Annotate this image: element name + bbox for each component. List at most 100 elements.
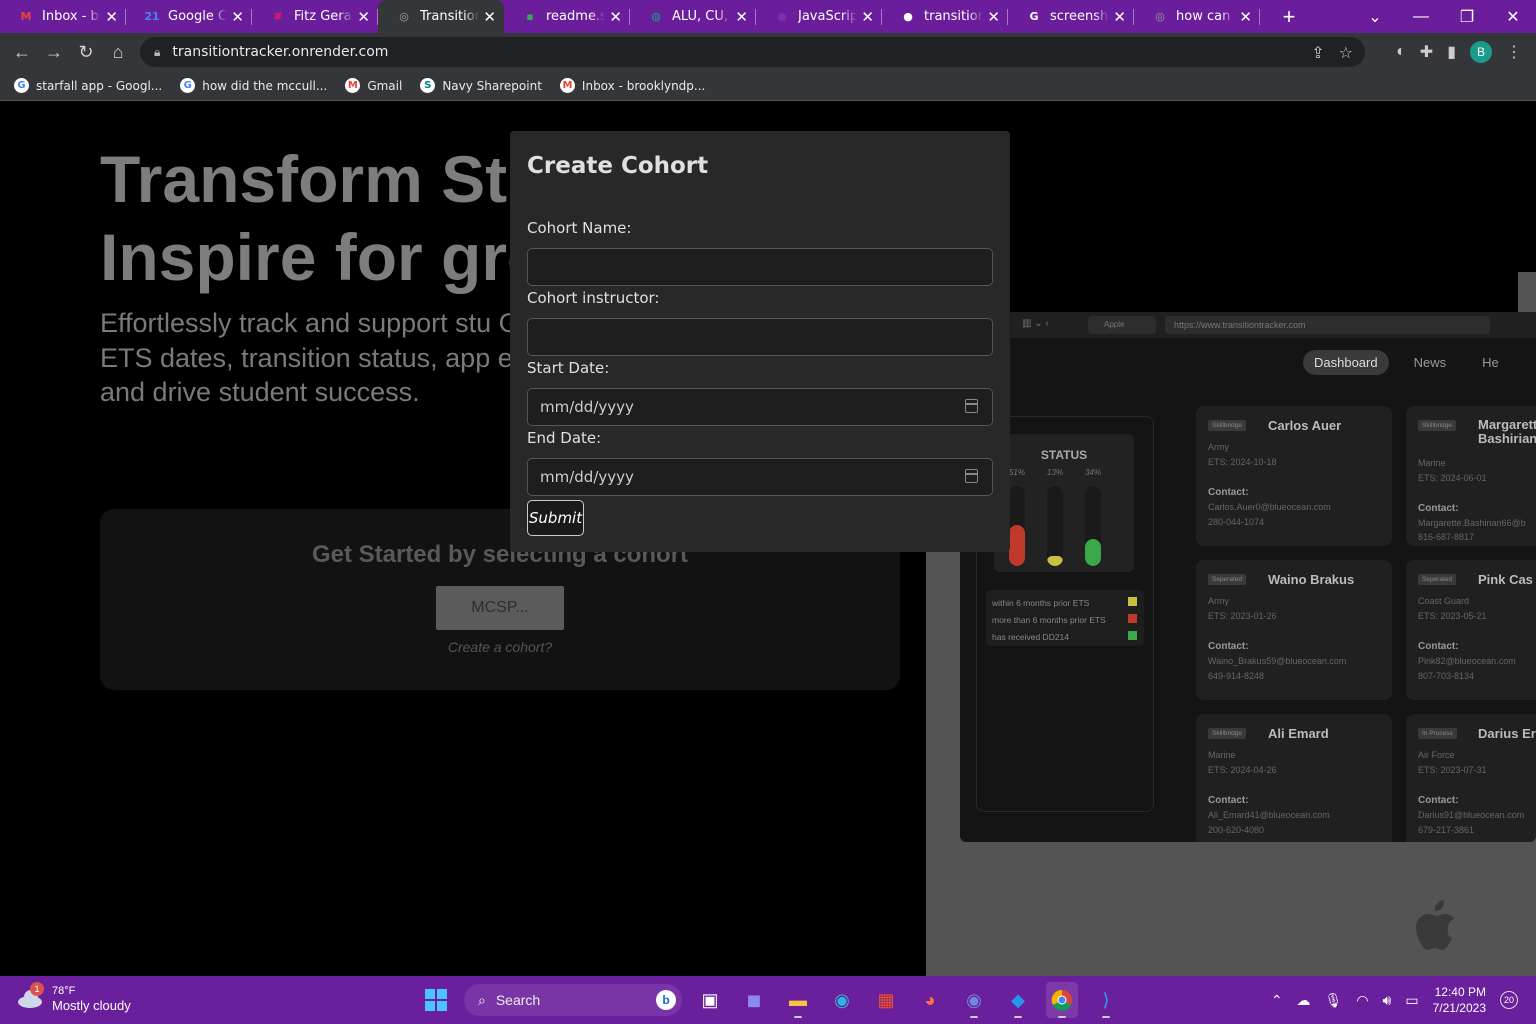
- minimize-icon[interactable]: —: [1398, 8, 1444, 26]
- browser-tab[interactable]: 21 Google Cale✕: [126, 0, 252, 33]
- calendar-icon[interactable]: [965, 469, 978, 483]
- cohort-select-button[interactable]: MCSP...: [436, 586, 564, 630]
- browser-tab[interactable]: # Fitz Gerald ✕: [252, 0, 378, 33]
- extension-icon[interactable]: ◐: [1396, 43, 1406, 61]
- docker-icon[interactable]: ◆: [1002, 982, 1034, 1018]
- teams-chat-icon[interactable]: ◼: [738, 982, 770, 1018]
- start-date-input[interactable]: mm/dd/yyyy: [527, 388, 993, 426]
- tab-close-icon[interactable]: ✕: [861, 8, 874, 26]
- tab-list: MInbox - bro✕21Google Cale✕#Fitz Gerald✕…: [0, 0, 1260, 33]
- legend-swatch: [1128, 614, 1137, 623]
- tab-search-chevron-icon[interactable]: ⌄: [1352, 7, 1398, 27]
- bookmark-item[interactable]: M Inbox - brooklyndp...: [559, 78, 705, 93]
- restore-icon[interactable]: ❐: [1444, 7, 1490, 27]
- microphone-icon[interactable]: 🎙︎: [1325, 992, 1343, 1009]
- gmail-icon: M: [559, 78, 575, 93]
- task-view-icon[interactable]: ▣: [694, 982, 726, 1018]
- notification-badge[interactable]: 20: [1500, 991, 1518, 1009]
- bookmark-item[interactable]: Gstarfall app - Googl...: [14, 78, 162, 93]
- browser-tab[interactable]: Gscreenshot ✕: [1008, 0, 1134, 33]
- student-card: Seperated Waino Brakus Army ETS: 2023-01-26…: [1196, 560, 1392, 700]
- status-title: STATUS: [1040, 448, 1088, 462]
- reload-icon[interactable]: ↻: [70, 42, 102, 63]
- showcase-nav: Dashboard News He: [1303, 350, 1510, 375]
- clock[interactable]: 12:40 PM 7/21/2023: [1433, 984, 1486, 1016]
- bookmark-label: starfall app - Googl...: [36, 78, 163, 93]
- cohort-instructor-input[interactable]: [527, 318, 993, 356]
- browser-tab[interactable]: ● JavaScript &✕: [756, 0, 882, 33]
- forward-arrow-icon[interactable]: →: [38, 42, 70, 63]
- tab-close-icon[interactable]: ✕: [987, 8, 1000, 26]
- tab-close-icon[interactable]: ✕: [1113, 8, 1126, 26]
- wifi-icon[interactable]: ◠: [1356, 992, 1368, 1009]
- contact-label: Contact:: [1418, 641, 1459, 652]
- file-explorer-icon[interactable]: ▬: [782, 982, 814, 1018]
- end-date-input[interactable]: mm/dd/yyyy: [527, 458, 993, 496]
- student-phone: 679-217-3861: [1418, 825, 1475, 835]
- browser-tab[interactable]: ◎ Transition Tr✕: [378, 0, 504, 33]
- tab-title: ALU, CU, M: [672, 9, 731, 24]
- lock-icon[interactable]: 🔒︎: [154, 45, 160, 60]
- vscode-icon[interactable]: ⟩: [1090, 982, 1122, 1018]
- tab-close-icon[interactable]: ✕: [231, 8, 244, 26]
- bookmark-item[interactable]: M Gmail: [345, 78, 402, 93]
- chevron-up-icon[interactable]: ⌃: [1271, 992, 1283, 1009]
- chrome-icon[interactable]: [1046, 982, 1078, 1018]
- contact-label: Contact:: [1208, 641, 1249, 652]
- status-badge: Skillbridge: [1418, 420, 1456, 431]
- bookmark-star-icon[interactable]: ☆: [1339, 43, 1353, 62]
- browser-tab[interactable]: ● transition-tr✕: [882, 0, 1008, 33]
- home-icon[interactable]: ⌂: [102, 42, 134, 63]
- tab-close-icon[interactable]: ✕: [609, 8, 622, 26]
- submit-button[interactable]: Submit: [527, 500, 584, 536]
- browser-tab[interactable]: ◍ ALU, CU, M ✕: [630, 0, 756, 33]
- menu-kebab-icon[interactable]: ⋮: [1506, 42, 1522, 62]
- edge-icon[interactable]: ◉: [826, 982, 858, 1018]
- tab-close-icon[interactable]: ✕: [105, 8, 118, 26]
- taskbar-search[interactable]: ⌕ Search b: [464, 984, 682, 1016]
- side-panel-icon[interactable]: ▮: [1447, 42, 1456, 62]
- avatar[interactable]: B: [1470, 41, 1492, 63]
- tab-close-icon[interactable]: ✕: [357, 8, 370, 26]
- system-tray: ⌃ ☁ 🎙︎ ◠ 🔊︎ ▭ 12:40 PM 7/21/2023 20: [1271, 976, 1536, 1024]
- student-branch: Marine: [1418, 458, 1446, 468]
- tab-close-icon[interactable]: ✕: [735, 8, 748, 26]
- bookmark-label: Navy Sharepoint: [442, 78, 542, 93]
- browser-tab[interactable]: ▪ readme.so✕: [504, 0, 630, 33]
- legend-swatch: [1128, 631, 1137, 640]
- battery-icon[interactable]: ▭: [1405, 992, 1418, 1009]
- address-bar[interactable]: 🔒︎ transitiontracker.onrender.com ⇪ ☆: [140, 37, 1365, 67]
- microsoft-store-icon[interactable]: ▦: [870, 982, 902, 1018]
- new-tab-button[interactable]: +: [1274, 4, 1304, 30]
- firefox-icon[interactable]: ◕: [914, 982, 946, 1018]
- tab-title: JavaScript &: [798, 9, 858, 24]
- bookmark-label: how did the mccull...: [202, 78, 328, 93]
- tab-close-icon[interactable]: ✕: [1239, 8, 1252, 26]
- student-email: Ali_Emard41@blueocean.com: [1208, 810, 1330, 820]
- weather-widget[interactable]: 1 78°F Mostly cloudy: [16, 982, 131, 1014]
- cloud-icon: 1: [16, 982, 44, 1010]
- puzzle-icon[interactable]: ✚: [1420, 42, 1433, 62]
- cohort-name-input[interactable]: [527, 248, 993, 286]
- onedrive-icon[interactable]: ☁: [1297, 992, 1311, 1009]
- calendar-icon[interactable]: [965, 399, 978, 413]
- bookmark-item[interactable]: S Navy Sharepoint: [420, 78, 542, 93]
- windows-start-icon[interactable]: [420, 982, 452, 1018]
- tab-close-icon[interactable]: ✕: [483, 8, 496, 26]
- student-email: Pink82@blueocean.com: [1418, 656, 1516, 666]
- student-email: Margarette.Bashirian66@b: [1418, 518, 1526, 528]
- back-arrow-icon[interactable]: ←: [6, 42, 38, 63]
- close-window-icon[interactable]: ✕: [1490, 7, 1536, 27]
- browser-tab[interactable]: M Inbox - bro ✕: [0, 0, 126, 33]
- discord-icon[interactable]: ◉: [958, 982, 990, 1018]
- create-cohort-link[interactable]: Create a cohort?: [100, 639, 900, 655]
- browser-tab[interactable]: ◎ how can yo ✕: [1134, 0, 1260, 33]
- legend-item: more than 6 months prior ETS: [992, 614, 1137, 625]
- bookmark-item[interactable]: Ghow did the mccull...: [180, 78, 327, 93]
- student-phone: 807-703-8134: [1418, 671, 1475, 681]
- gmail-icon: M: [20, 10, 32, 23]
- status-chart: STATUS 51% 13% 34%: [994, 434, 1134, 572]
- share-icon[interactable]: ⇪: [1311, 43, 1324, 62]
- student-branch: Air Force: [1418, 750, 1455, 760]
- volume-icon[interactable]: 🔊︎: [1383, 992, 1392, 1009]
